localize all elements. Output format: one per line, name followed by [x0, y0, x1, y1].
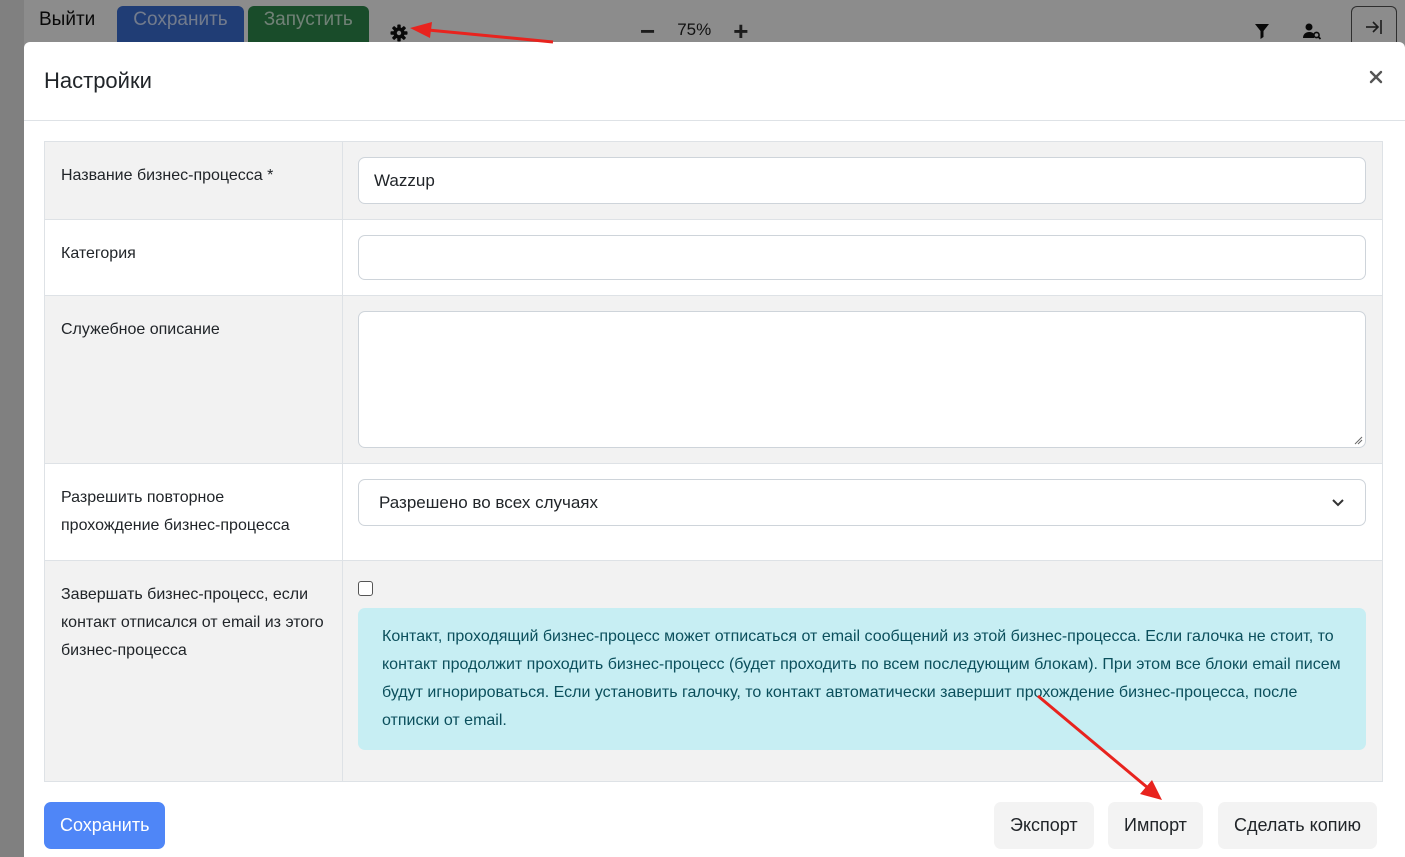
export-button[interactable]: Экспорт [994, 802, 1094, 849]
settings-form: Название бизнес-процесса * Wazzup Катего… [44, 141, 1383, 782]
unsubscribe-checkbox[interactable] [358, 581, 373, 596]
import-button[interactable]: Импорт [1108, 802, 1203, 849]
close-icon[interactable] [1365, 66, 1387, 88]
modal-header: Настройки [24, 42, 1405, 121]
save-button[interactable]: Сохранить [44, 802, 166, 849]
unsubscribe-label: Завершать бизнес-процесс, если контакт о… [45, 561, 343, 781]
modal-title: Настройки [44, 68, 152, 93]
chevron-down-icon [1331, 493, 1345, 513]
description-textarea[interactable] [358, 311, 1366, 448]
row-unsubscribe: Завершать бизнес-процесс, если контакт о… [45, 561, 1382, 781]
category-label: Категория [45, 220, 343, 295]
name-input[interactable]: Wazzup [358, 157, 1366, 204]
name-label: Название бизнес-процесса * [45, 142, 343, 219]
make-copy-button[interactable]: Сделать копию [1218, 802, 1378, 849]
row-category: Категория [45, 220, 1382, 296]
repeat-select-value: Разрешено во всех случаях [379, 492, 598, 512]
description-label: Служебное описание [45, 296, 343, 463]
resize-grip-icon[interactable] [1353, 435, 1363, 445]
category-input[interactable] [358, 235, 1366, 280]
repeat-label: Разрешить повторное прохождение бизнес-п… [45, 464, 343, 560]
unsubscribe-info-alert: Контакт, проходящий бизнес-процесс может… [358, 608, 1366, 750]
row-name: Название бизнес-процесса * Wazzup [45, 142, 1382, 220]
row-repeat: Разрешить повторное прохождение бизнес-п… [45, 464, 1382, 561]
row-description: Служебное описание [45, 296, 1382, 464]
repeat-select[interactable]: Разрешено во всех случаях [358, 479, 1366, 526]
settings-modal: Настройки Название бизнес-процесса * Waz… [24, 42, 1405, 857]
